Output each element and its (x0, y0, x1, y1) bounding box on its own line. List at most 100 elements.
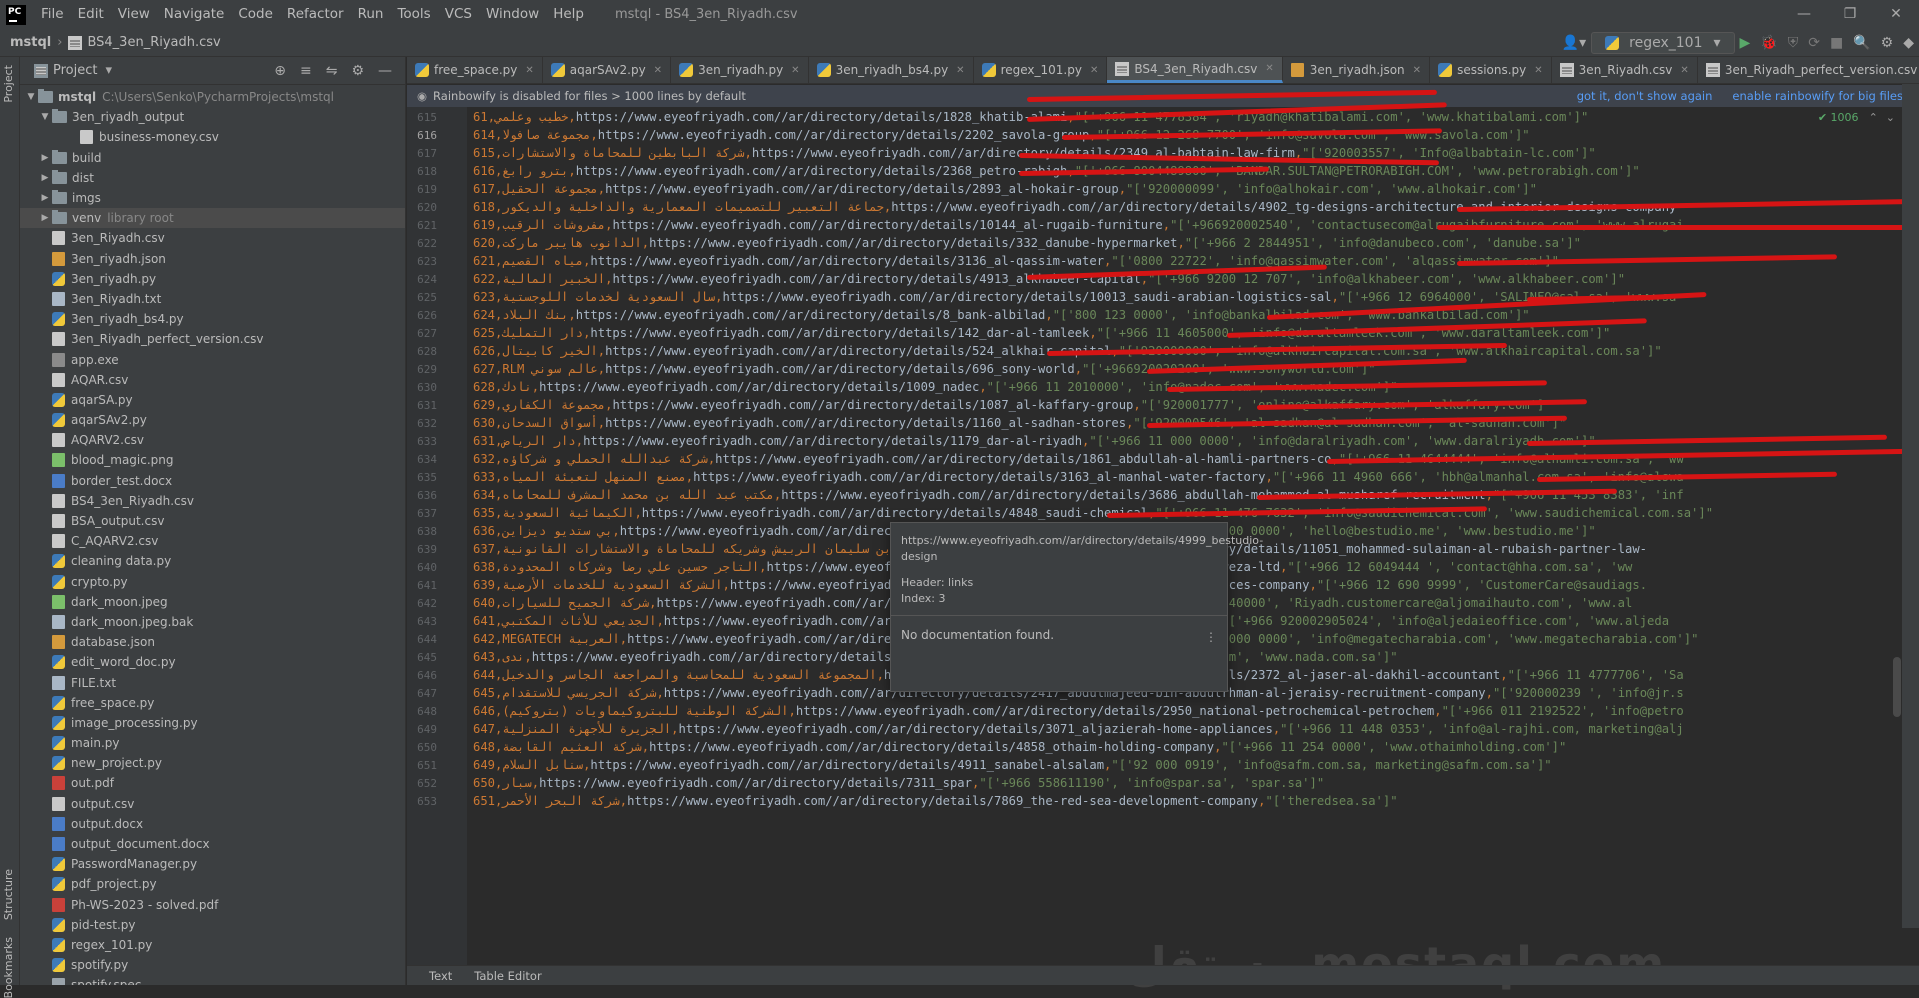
tree-item[interactable]: 3en_Riyadh_perfect_version.csv (20, 329, 405, 349)
code-line[interactable]: 623,سال السعودية لخدمات اللوجستية,https:… (473, 290, 1676, 304)
tree-item[interactable]: dark_moon.jpeg.bak (20, 612, 405, 632)
tree-item[interactable]: 3en_Riyadh.csv (20, 228, 405, 248)
locate-icon[interactable]: ⊕ (274, 63, 286, 79)
menu-item-edit[interactable]: Edit (71, 0, 111, 29)
menu-item-view[interactable]: View (111, 0, 157, 29)
chevron-down-icon[interactable]: ⌄ (1886, 111, 1895, 124)
code-line[interactable]: 631,دار الرياض,https://www.eyeofriyadh.c… (473, 434, 1596, 448)
tree-item[interactable]: dark_moon.jpeg (20, 592, 405, 612)
editor-tab[interactable]: 3en_riyadh.json ✕ (1283, 57, 1431, 83)
tree-item[interactable]: output_document.docx (20, 834, 405, 854)
expand-all-icon[interactable]: ≡ (300, 63, 312, 79)
debug-icon[interactable]: 🐞 (1760, 35, 1777, 51)
tree-item[interactable]: border_test.docx (20, 471, 405, 491)
structure-tool-tab[interactable]: Structure (2, 869, 15, 920)
tree-root[interactable]: ▼ mstql C:\Users\Senko\PycharmProjects\m… (20, 87, 405, 107)
menu-item-window[interactable]: Window (479, 0, 546, 29)
tree-item[interactable]: free_space.py (20, 693, 405, 713)
editor-tab[interactable]: 3en_Riyadh.csv ✕ (1552, 57, 1698, 83)
tree-item[interactable]: cleaning data.py (20, 551, 405, 571)
project-tool-tab[interactable]: Project (2, 65, 15, 103)
tree-item[interactable]: output.csv (20, 794, 405, 814)
dismiss-banner-link[interactable]: got it, don't show again (1577, 89, 1713, 103)
code-line[interactable]: 621,مياه القصيم,https://www.eyeofriyadh.… (473, 254, 1559, 268)
tree-item[interactable]: new_project.py (20, 753, 405, 773)
code-line[interactable]: 649,سنابل السلام,https://www.eyeofriyadh… (473, 758, 1552, 772)
breadcrumb-project[interactable]: mstql (10, 35, 51, 50)
chevron-right-icon[interactable]: ▶ (38, 173, 52, 183)
code-line[interactable]: 647,الجزيرة للأجهزة المنزلية,https://www… (473, 722, 1684, 736)
run-icon[interactable]: ▶ (1740, 35, 1751, 51)
editor-tab[interactable]: sessions.py ✕ (1430, 57, 1552, 83)
user-icon[interactable]: 👤▾ (1562, 35, 1586, 51)
tree-item[interactable]: 3en_riyadh.py (20, 269, 405, 289)
code-line[interactable]: 635,الكيمائية السعودية,https://www.eyeof… (473, 506, 1713, 520)
collapse-all-icon[interactable]: ⇋ (326, 63, 338, 79)
more-options-icon[interactable]: ⋮ (1205, 630, 1217, 644)
tree-item[interactable]: PasswordManager.py (20, 854, 405, 874)
tree-item[interactable]: blood_magic.png (20, 450, 405, 470)
tree-item[interactable]: edit_word_doc.py (20, 652, 405, 672)
menu-item-navigate[interactable]: Navigate (157, 0, 232, 29)
code-line[interactable]: 651,شركة البحر الأحمر,https://www.eyeofr… (473, 794, 1398, 808)
editor-tab[interactable]: regex_101.py ✕ (974, 57, 1108, 83)
editor-tab[interactable]: 3en_riyadh_bs4.py ✕ (809, 57, 974, 83)
tree-item[interactable]: database.json (20, 632, 405, 652)
tree-item[interactable]: pid-test.py (20, 915, 405, 935)
close-tab-icon[interactable]: ✕ (956, 65, 964, 76)
tree-item[interactable]: ▶ venv library root (20, 208, 405, 229)
inspection-widget[interactable]: ✔ 1006 ⌃ ⌄ (1818, 107, 1895, 127)
chevron-right-icon[interactable]: ▶ (38, 213, 52, 223)
tree-item[interactable]: out.pdf (20, 773, 405, 793)
tree-item[interactable]: AQARV2.csv (20, 430, 405, 450)
tree-item[interactable]: ▶ imgs (20, 188, 405, 208)
menu-item-tools[interactable]: Tools (390, 0, 437, 29)
minimize-icon[interactable]: — (1781, 0, 1827, 29)
close-tab-icon[interactable]: ✕ (1534, 65, 1542, 76)
tree-item[interactable]: FILE.txt (20, 672, 405, 692)
chevron-up-icon[interactable]: ⌃ (1869, 111, 1878, 124)
tree-item[interactable]: ▼ 3en_riyadh_output (20, 107, 405, 127)
tree-item[interactable]: BS4_3en_Riyadh.csv (20, 491, 405, 511)
tree-item[interactable]: ▶ dist (20, 168, 405, 188)
editor-tab[interactable]: 3en_Riyadh_perfect_version.csv✕ (1698, 57, 1919, 83)
tree-item[interactable]: spotify.spec (20, 975, 405, 985)
bookmarks-tool-tab[interactable]: Bookmarks (2, 937, 15, 998)
search-icon[interactable]: 🔍 (1853, 35, 1870, 51)
code-line[interactable]: 617,مجموعة الحقيل,https://www.eyeofriyad… (473, 182, 1537, 196)
tree-item[interactable]: C_AQARV2.csv (20, 531, 405, 551)
gear-icon[interactable]: ⚙ (351, 63, 364, 79)
chevron-right-icon[interactable]: ▶ (38, 193, 52, 203)
run-configuration-select[interactable]: regex_101 ▾ (1591, 32, 1735, 54)
tree-item[interactable]: image_processing.py (20, 713, 405, 733)
menu-item-help[interactable]: Help (546, 0, 591, 29)
settings-icon[interactable]: ⚙ (1881, 35, 1894, 51)
editor-scrollbar[interactable] (1893, 657, 1901, 717)
tree-item[interactable]: crypto.py (20, 572, 405, 592)
enable-rainbowify-link[interactable]: enable rainbowify for big files (1732, 89, 1903, 103)
stop-icon[interactable]: ■ (1830, 35, 1843, 51)
editor-tab[interactable]: free_space.py ✕ (407, 57, 543, 83)
tree-item[interactable]: pdf_project.py (20, 874, 405, 894)
tree-item[interactable]: aqarSAv2.py (20, 410, 405, 430)
close-tab-icon[interactable]: ✕ (791, 65, 799, 76)
editor-tab[interactable]: aqarSAv2.py ✕ (543, 57, 672, 83)
tree-item[interactable]: business-money.csv (20, 127, 405, 147)
tree-item[interactable]: AQAR.csv (20, 370, 405, 390)
chevron-right-icon[interactable]: ▶ (38, 153, 52, 163)
code-line[interactable]: 650,سبار,https://www.eyeofriyadh.com//ar… (473, 776, 1324, 790)
breadcrumb-file[interactable]: BS4_3en_Riyadh.csv (87, 35, 220, 50)
close-tab-icon[interactable]: ✕ (1413, 65, 1421, 76)
tree-item[interactable]: 3en_Riyadh.txt (20, 289, 405, 309)
tree-item[interactable]: 3en_riyadh.json (20, 249, 405, 269)
menu-item-code[interactable]: Code (231, 0, 280, 29)
tree-item[interactable]: spotify.py (20, 955, 405, 975)
tree-item[interactable]: regex_101.py (20, 935, 405, 955)
close-tab-icon[interactable]: ✕ (525, 65, 533, 76)
close-icon[interactable]: ✕ (1873, 0, 1919, 29)
code-line[interactable]: 620,الدانوب هايبر ماركت,https://www.eyeo… (473, 236, 1581, 250)
chevron-down-icon[interactable]: ▾ (105, 63, 112, 78)
menu-item-run[interactable]: Run (351, 0, 391, 29)
code-line[interactable]: 633,مصنع المنهل لتعبئة المياه,https://ww… (473, 470, 1684, 484)
tree-item[interactable]: main.py (20, 733, 405, 753)
